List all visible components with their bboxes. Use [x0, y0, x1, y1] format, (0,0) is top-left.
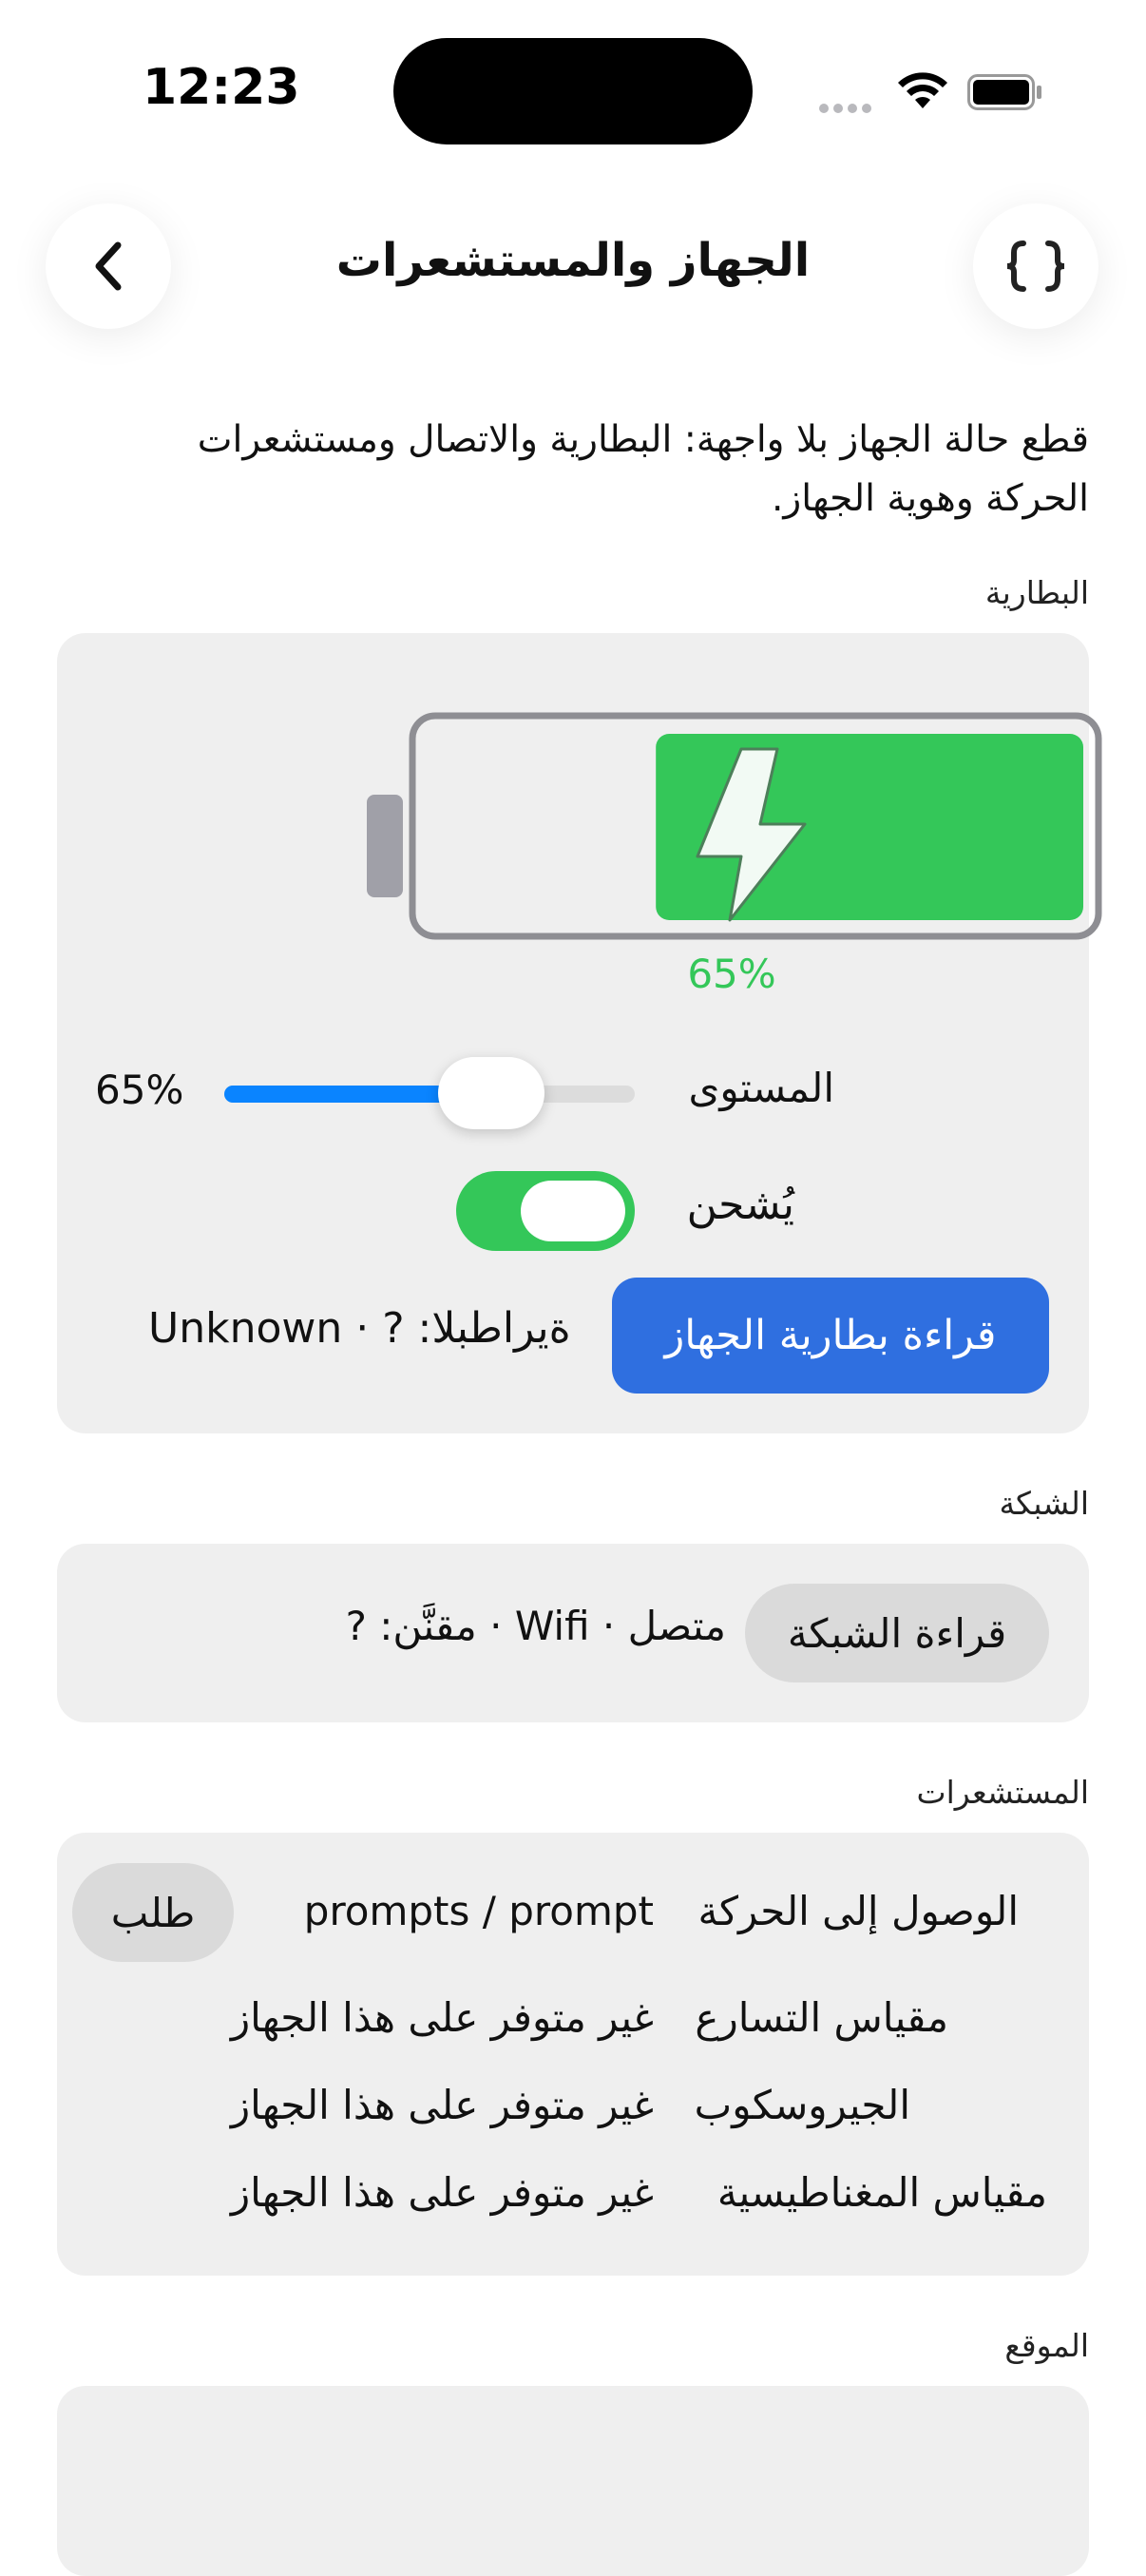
level-slider-value: 65%: [95, 1067, 184, 1113]
charging-label: يُشحن: [686, 1181, 794, 1229]
request-motion-button[interactable]: طلب: [72, 1863, 234, 1962]
battery-status-icon: [967, 74, 1041, 110]
wifi-icon: [898, 72, 947, 108]
curly-braces-icon: [1006, 240, 1065, 292]
charging-toggle-knob: [521, 1181, 625, 1241]
network-readout: متصل · Wifi · مقنَّن: ?: [345, 1603, 726, 1649]
dynamic-island: [393, 38, 753, 144]
level-slider-thumb[interactable]: [437, 1057, 544, 1129]
sensor-value: غير متوفر على هذا الجهاز: [230, 1994, 654, 2041]
battery-graphic: [367, 712, 1102, 940]
back-button[interactable]: [46, 203, 171, 329]
sensor-value: غير متوفر على هذا الجهاز: [230, 2082, 654, 2128]
location-card: [57, 2386, 1089, 2576]
sensor-value: prompts / prompt: [303, 1888, 654, 1934]
read-network-button[interactable]: قراءة الشبكة: [745, 1584, 1049, 1682]
battery-percent: 65%: [687, 951, 776, 997]
sensor-name: الجيروسكوب: [694, 2082, 910, 2128]
network-section-label: الشبكة: [999, 1485, 1089, 1522]
battery-card: 65% المستوى 65% يُشحن قراءة بطارية الجها…: [57, 633, 1102, 1433]
chevron-left-icon: [95, 241, 122, 291]
status-time: 12:23: [143, 59, 300, 116]
location-section-label: الموقع: [1004, 2327, 1089, 2364]
battery-section-label: البطارية: [984, 574, 1089, 611]
battery-readout: Unknown · ? :البطارية: [148, 1304, 571, 1353]
sensor-name: مقياس المغناطيسية: [716, 2169, 1047, 2216]
code-button[interactable]: [973, 203, 1098, 329]
sensors-section-label: المستشعرات: [916, 1774, 1090, 1811]
battery-readout-text: Unknown · ? :البطارية: [148, 1304, 571, 1353]
network-card: قراءة الشبكة متصل · Wifi · مقنَّن: ?: [57, 1544, 1089, 1722]
read-battery-button[interactable]: قراءة بطارية الجهاز: [612, 1278, 1049, 1394]
sensor-name: الوصول إلى الحركة: [697, 1888, 1019, 1934]
level-label: المستوى: [688, 1065, 834, 1111]
sensor-value: غير متوفر على هذا الجهاز: [230, 2169, 654, 2216]
page-title: الجهاز والمستشعرات: [335, 234, 811, 287]
intro-description: قطع حالة الجهاز بلا واجهة: البطارية والا…: [197, 418, 1089, 520]
sensors-card: الوصول إلى الحركة prompts / prompt طلب م…: [57, 1833, 1089, 2276]
sensor-name: مقياس التسارع: [695, 1994, 948, 2041]
cellular-signal-icon: [819, 99, 878, 113]
